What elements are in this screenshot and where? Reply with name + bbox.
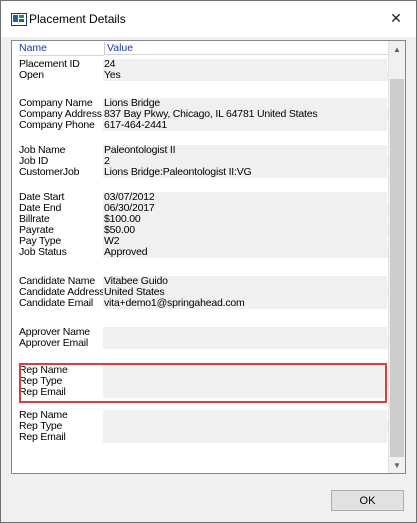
row-label: Date End	[19, 203, 62, 214]
row-label: Pay Type	[19, 236, 61, 247]
row-label: Open	[19, 70, 44, 81]
column-header-name[interactable]: Name	[19, 42, 104, 56]
row-value: W2	[104, 236, 120, 247]
row-value: Lions Bridge:Paleontologist II:VG	[104, 167, 252, 178]
scrollbar-thumb[interactable]	[390, 79, 404, 457]
row-label: Job Name	[19, 145, 66, 156]
detail-row[interactable]: Rep Email	[12, 432, 389, 443]
detail-row[interactable]: Billrate $100.00	[12, 214, 389, 225]
row-label: Company Address	[19, 109, 102, 120]
detail-row[interactable]: Approver Email	[12, 338, 389, 349]
row-label: Company Name	[19, 98, 93, 109]
list-header: Name Value	[12, 41, 389, 56]
row-label: Placement ID	[19, 59, 80, 70]
row-value: vita+demo1@springahead.com	[104, 298, 245, 309]
title-bar: Placement Details ✕	[1, 1, 416, 37]
row-value: 2	[103, 156, 388, 167]
row-value: Paleontologist II	[104, 145, 176, 156]
details-list[interactable]: Name Value Placement ID 24 Open Yes Company …	[11, 40, 406, 474]
row-label: Job ID	[19, 156, 49, 167]
close-button[interactable]: ✕	[376, 1, 416, 35]
detail-row[interactable]: Company Address 837 Bay Pkwy, Chicago, IL…	[12, 109, 389, 120]
detail-row[interactable]: Job ID 2	[12, 156, 389, 167]
row-value: Lions Bridge	[104, 98, 160, 109]
row-label: Rep Email	[19, 432, 66, 443]
detail-row[interactable]: Placement ID 24	[12, 59, 389, 70]
row-label: Date Start	[19, 192, 65, 203]
vertical-scrollbar[interactable]: ▲ ▼	[388, 41, 405, 473]
row-label: Rep Type	[19, 421, 63, 432]
detail-row[interactable]: Job Name Paleontologist II	[12, 145, 389, 156]
detail-row[interactable]: Date End 06/30/2017	[12, 203, 389, 214]
row-label: Approver Email	[19, 338, 88, 349]
row-value	[103, 327, 388, 338]
row-label: Candidate Name	[19, 276, 95, 287]
detail-row[interactable]: Approver Name	[12, 327, 389, 338]
detail-row[interactable]: Open Yes	[12, 70, 389, 81]
close-icon: ✕	[390, 9, 402, 26]
row-label: Company Phone	[19, 120, 95, 131]
row-value	[103, 410, 388, 421]
placement-details-window: Placement Details ✕ Name Value Placement…	[0, 0, 417, 523]
row-label: Payrate	[19, 225, 54, 236]
row-value: Yes	[103, 70, 388, 81]
row-label: Candidate Email	[19, 298, 94, 309]
column-header-value[interactable]: Value	[104, 42, 389, 55]
detail-row[interactable]: Rep Type	[12, 421, 389, 432]
chevron-down-icon[interactable]: ▼	[389, 457, 405, 473]
row-value	[103, 338, 388, 349]
row-value: Vitabee Guido	[104, 276, 168, 287]
detail-row[interactable]: Candidate Name Vitabee Guido	[12, 276, 389, 287]
detail-row[interactable]: Company Phone 617-464-2441	[12, 120, 389, 131]
row-value: 03/07/2012	[104, 192, 155, 203]
row-value: 24	[104, 59, 116, 70]
highlight-box	[19, 363, 387, 403]
chevron-up-icon[interactable]: ▲	[389, 41, 405, 57]
row-value	[103, 432, 388, 443]
row-value: 617-464-2441	[104, 120, 167, 131]
row-label: Rep Name	[19, 410, 68, 421]
detail-row[interactable]: Candidate Email vita+demo1@springahead.co…	[12, 298, 389, 309]
row-label: Candidate Address	[19, 287, 104, 298]
ok-button[interactable]: OK	[331, 490, 404, 511]
row-value: $50.00	[103, 225, 388, 236]
row-label: Billrate	[19, 214, 50, 225]
detail-row[interactable]: Pay Type W2	[12, 236, 389, 247]
row-value: 06/30/2017	[103, 203, 388, 214]
detail-row[interactable]: Job Status Approved	[12, 247, 389, 258]
detail-row[interactable]: Candidate Address United States	[12, 287, 389, 298]
detail-row[interactable]: Company Name Lions Bridge	[12, 98, 389, 109]
row-value: $100.00	[104, 214, 141, 225]
row-value: United States	[103, 287, 388, 298]
app-icon	[11, 13, 27, 26]
detail-row[interactable]: CustomerJob Lions Bridge:Paleontologist I…	[12, 167, 389, 178]
row-value: 837 Bay Pkwy, Chicago, IL 64781 United S…	[103, 109, 388, 120]
detail-row[interactable]: Rep Name	[12, 410, 389, 421]
detail-row[interactable]: Payrate $50.00	[12, 225, 389, 236]
row-value	[103, 421, 388, 432]
row-value: Approved	[103, 247, 388, 258]
row-label: Approver Name	[19, 327, 90, 338]
window-title: Placement Details	[29, 12, 126, 26]
row-label: Job Status	[19, 247, 67, 258]
row-label: CustomerJob	[19, 167, 80, 178]
detail-row[interactable]: Date Start 03/07/2012	[12, 192, 389, 203]
